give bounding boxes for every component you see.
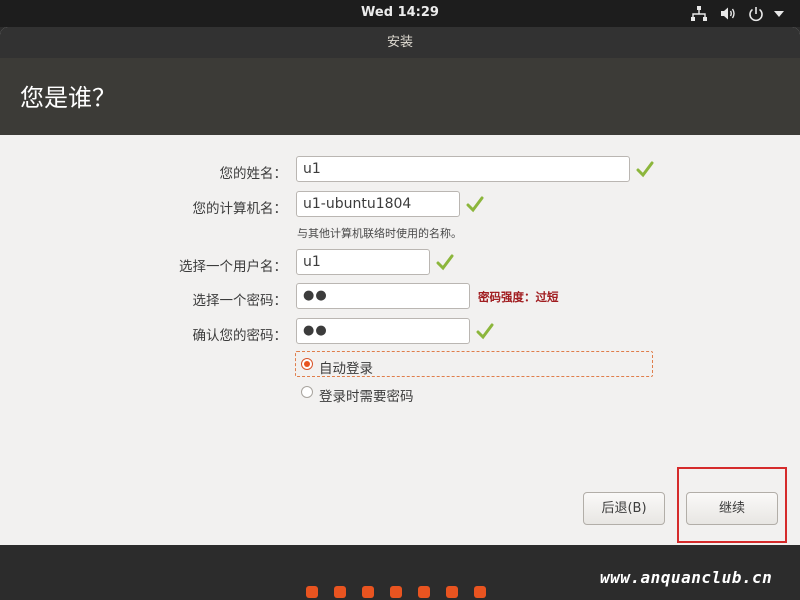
username-input[interactable]: u1	[296, 249, 430, 275]
top-panel: Wed 14:29	[0, 0, 800, 27]
page-title: 您是谁？	[20, 84, 116, 112]
power-icon[interactable]	[747, 5, 765, 22]
auto-login-radio[interactable]	[301, 358, 313, 370]
password-input[interactable]: ●●	[296, 283, 470, 309]
page-header: 您是谁？	[0, 58, 800, 135]
back-button[interactable]: 后退(B)	[583, 492, 665, 525]
confirm-password-valid-check-icon	[476, 322, 494, 340]
continue-button[interactable]: 继续	[686, 492, 778, 525]
network-wired-icon[interactable]	[690, 5, 708, 22]
name-valid-check-icon	[636, 160, 654, 178]
password-label: 选择一个密码：	[192, 293, 288, 309]
username-label: 选择一个用户名：	[179, 259, 287, 275]
require-password-radio[interactable]	[301, 386, 313, 398]
installer-window: 安装 您是谁？ 您的姓名： u1 您的计算机名： u1-ubuntu1804 与…	[0, 27, 800, 545]
dropdown-arrow-icon[interactable]	[772, 5, 786, 22]
name-input[interactable]: u1	[296, 156, 630, 182]
computer-name-input[interactable]: u1-ubuntu1804	[296, 191, 460, 217]
password-strength: 密码强度：过短	[478, 290, 559, 304]
progress-step-dot	[334, 586, 346, 598]
confirm-password-input[interactable]: ●●	[296, 318, 470, 344]
progress-step-dot	[390, 586, 402, 598]
computer-name-label: 您的计算机名：	[192, 201, 288, 217]
computer-name-hint: 与其他计算机联络时使用的名称。	[297, 227, 462, 240]
install-progress-dots	[306, 586, 486, 598]
require-password-label[interactable]: 登录时需要密码	[319, 385, 414, 405]
confirm-password-label: 确认您的密码：	[192, 328, 288, 344]
volume-icon[interactable]	[719, 5, 737, 22]
computer-name-valid-check-icon	[466, 195, 484, 213]
progress-step-dot	[446, 586, 458, 598]
username-valid-check-icon	[436, 253, 454, 271]
progress-step-dot	[418, 586, 430, 598]
progress-step-dot	[474, 586, 486, 598]
progress-step-dot	[306, 586, 318, 598]
window-title: 安装	[0, 27, 800, 58]
watermark: www.anquanclub.cn	[600, 568, 773, 587]
name-label: 您的姓名：	[219, 166, 288, 182]
auto-login-label[interactable]: 自动登录	[319, 357, 373, 377]
progress-step-dot	[362, 586, 374, 598]
clock[interactable]: Wed 14:29	[0, 5, 800, 20]
